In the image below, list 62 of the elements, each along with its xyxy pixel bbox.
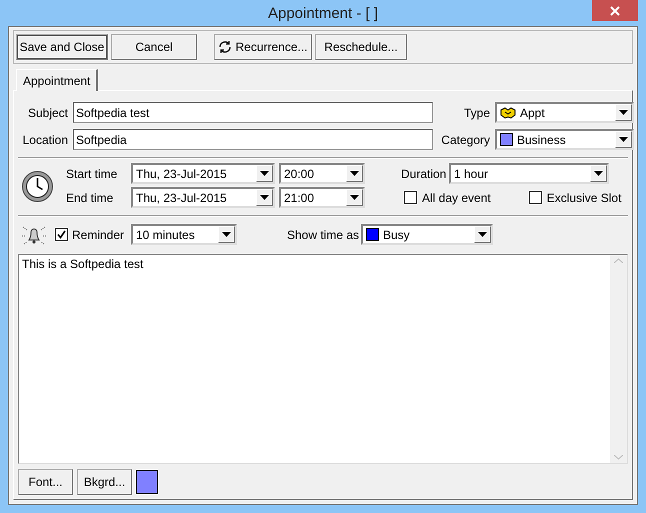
checkbox[interactable] bbox=[404, 191, 417, 204]
dropdown-arrow-icon bbox=[619, 137, 628, 142]
clock-icon bbox=[21, 170, 54, 203]
circular-arrows-icon bbox=[218, 40, 232, 54]
dropdown-button[interactable] bbox=[590, 165, 607, 182]
checkbox-label: Exclusive Slot bbox=[546, 190, 622, 204]
time-dropdown[interactable]: 21:00 bbox=[279, 187, 365, 208]
window-title: Appointment - [ ] bbox=[268, 4, 378, 22]
handshake-icon bbox=[500, 106, 516, 118]
dropdown-arrow-icon bbox=[619, 110, 628, 115]
reminder-dropdown[interactable]: 10 minutes bbox=[131, 224, 237, 245]
field-label: Subject bbox=[26, 106, 69, 120]
dropdown-arrow-icon bbox=[260, 171, 269, 176]
checkbox[interactable] bbox=[55, 228, 68, 241]
dropdown-arrow-icon bbox=[260, 195, 269, 200]
dropdown-arrow-icon bbox=[594, 171, 603, 176]
background-button[interactable]: Bkgrd... bbox=[77, 469, 132, 495]
font-button[interactable]: Font... bbox=[18, 469, 73, 495]
field-label: Duration bbox=[401, 166, 448, 180]
dropdown-button[interactable] bbox=[474, 226, 491, 243]
checkbox-label: All day event bbox=[422, 190, 491, 204]
notes-area[interactable]: This is a Softpedia test bbox=[18, 254, 628, 464]
toolbar-button[interactable]: Reschedule... bbox=[315, 34, 407, 60]
dropdown-arrow-icon bbox=[222, 232, 231, 237]
date-dropdown[interactable]: Thu, 23-Jul-2015 bbox=[131, 187, 275, 208]
field-label: Start time bbox=[66, 166, 118, 180]
close-button[interactable] bbox=[592, 0, 638, 21]
dropdown-arrow-icon bbox=[478, 232, 487, 237]
checkbox-label: Reminder bbox=[71, 228, 126, 242]
scroll-down-icon bbox=[614, 455, 623, 460]
dropdown-button[interactable] bbox=[615, 104, 632, 121]
checkbox[interactable] bbox=[528, 191, 542, 204]
field-label: Location bbox=[22, 132, 69, 146]
field-label: End time bbox=[66, 190, 114, 204]
dropdown-arrow-icon bbox=[350, 171, 359, 176]
show-time-dropdown[interactable]: Busy bbox=[361, 224, 493, 245]
toolbar-button[interactable]: Recurrence... bbox=[214, 34, 312, 60]
time-dropdown[interactable]: 20:00 bbox=[279, 163, 365, 184]
close-icon bbox=[610, 6, 620, 16]
toolbar-button[interactable]: Cancel bbox=[111, 34, 197, 60]
subject-field[interactable]: Softpedia test bbox=[73, 102, 433, 123]
type-dropdown[interactable]: Appt bbox=[495, 102, 634, 123]
notes-text: This is a Softpedia test bbox=[21, 256, 144, 273]
scrollbar[interactable] bbox=[610, 255, 627, 463]
category-dropdown[interactable]: Business bbox=[495, 129, 634, 150]
dropdown-button[interactable] bbox=[346, 165, 363, 182]
dropdown-button[interactable] bbox=[346, 189, 363, 206]
location-field[interactable]: Softpedia bbox=[73, 129, 433, 150]
field-label: Show time as bbox=[287, 228, 360, 242]
field-label: Category bbox=[440, 132, 491, 146]
dropdown-button[interactable] bbox=[218, 226, 235, 243]
dropdown-button[interactable] bbox=[256, 165, 273, 182]
dropdown-button[interactable] bbox=[615, 131, 632, 148]
duration-dropdown[interactable]: 1 hour bbox=[449, 163, 609, 184]
scroll-up-icon bbox=[614, 258, 623, 263]
dropdown-arrow-icon bbox=[350, 195, 359, 200]
date-dropdown[interactable]: Thu, 23-Jul-2015 bbox=[131, 163, 275, 184]
field-label: Type bbox=[462, 106, 491, 120]
dropdown-button[interactable] bbox=[256, 189, 273, 206]
tab[interactable]: Appointment bbox=[16, 69, 98, 91]
toolbar-button[interactable]: Save and Close bbox=[16, 34, 108, 60]
background-color-swatch[interactable] bbox=[136, 470, 158, 494]
